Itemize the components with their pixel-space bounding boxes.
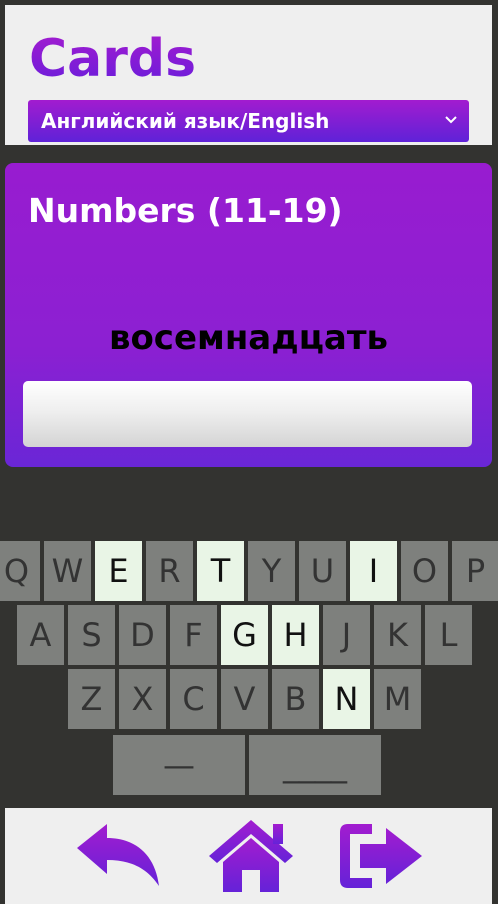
language-select[interactable]: Английский язык/English	[28, 100, 469, 142]
key-r[interactable]: R	[146, 541, 193, 601]
home-icon[interactable]	[205, 816, 297, 894]
key-g[interactable]: G	[221, 605, 268, 665]
key-h[interactable]: H	[272, 605, 319, 665]
key-dash[interactable]: —	[113, 735, 245, 795]
key-z[interactable]: Z	[68, 669, 115, 729]
key-o[interactable]: O	[401, 541, 448, 601]
back-arrow-icon[interactable]	[73, 820, 163, 892]
bottom-nav	[5, 808, 492, 904]
key-p[interactable]: P	[452, 541, 498, 601]
key-s[interactable]: S	[68, 605, 115, 665]
card-topic-title: Numbers (11-19)	[28, 191, 343, 230]
exit-icon[interactable]	[338, 820, 428, 892]
key-v[interactable]: V	[221, 669, 268, 729]
key-f[interactable]: F	[170, 605, 217, 665]
key-l[interactable]: L	[425, 605, 472, 665]
key-u[interactable]: U	[299, 541, 346, 601]
key-q[interactable]: Q	[0, 541, 40, 601]
header: Cards Английский язык/English	[5, 5, 492, 145]
key-i[interactable]: I	[350, 541, 397, 601]
key-y[interactable]: Y	[248, 541, 295, 601]
key-m[interactable]: M	[374, 669, 421, 729]
key-x[interactable]: X	[119, 669, 166, 729]
chevron-down-icon	[445, 116, 457, 124]
app-title: Cards	[29, 29, 197, 89]
key-d[interactable]: D	[119, 605, 166, 665]
answer-field[interactable]	[23, 381, 472, 447]
key-t[interactable]: T	[197, 541, 244, 601]
key-space[interactable]: ____	[249, 735, 381, 795]
key-n[interactable]: N	[323, 669, 370, 729]
key-e[interactable]: E	[95, 541, 142, 601]
key-k[interactable]: K	[374, 605, 421, 665]
flash-card: Numbers (11-19) восемнадцать	[5, 163, 492, 467]
language-select-value: Английский язык/English	[41, 109, 330, 133]
key-a[interactable]: A	[17, 605, 64, 665]
key-j[interactable]: J	[323, 605, 370, 665]
key-w[interactable]: W	[44, 541, 91, 601]
card-word: восемнадцать	[108, 318, 389, 358]
key-b[interactable]: B	[272, 669, 319, 729]
key-c[interactable]: C	[170, 669, 217, 729]
